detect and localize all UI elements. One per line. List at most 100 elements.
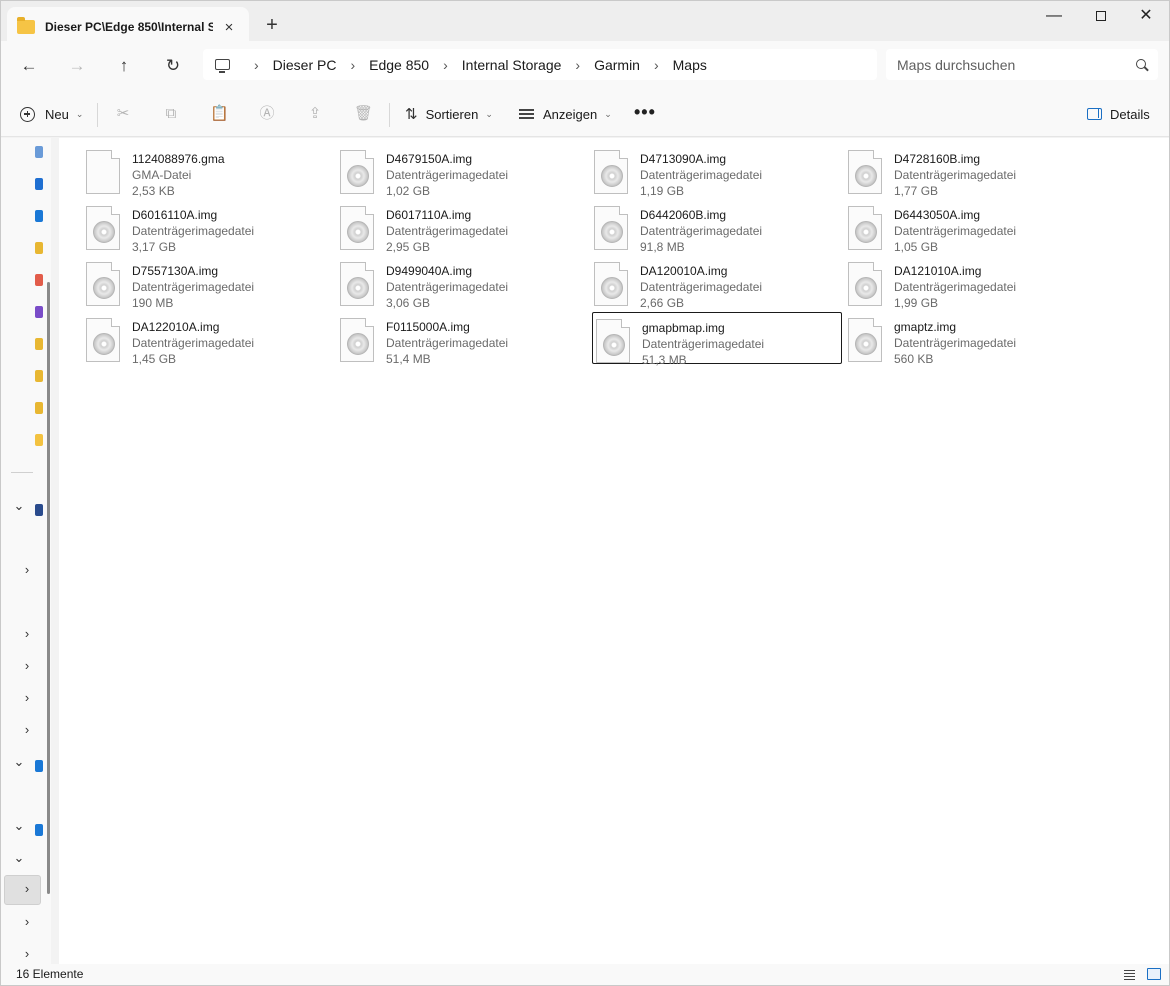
- file-item[interactable]: D6016110A.img Datenträgerimagedatei 3,17 G…: [83, 200, 333, 254]
- file-item[interactable]: D6017110A.img Datenträgerimagedatei 2,95 G…: [337, 200, 587, 254]
- details-label: Details: [1110, 106, 1150, 122]
- tiles-view-icon[interactable]: [1147, 968, 1161, 980]
- file-type: Datenträgerimagedatei: [132, 280, 255, 294]
- breadcrumb-separator-icon[interactable]: ›: [654, 57, 659, 73]
- file-item[interactable]: D4713090A.img Datenträgerimagedatei 1,19 G…: [591, 144, 841, 198]
- blank-file-icon: [86, 150, 120, 194]
- plus-circle-icon: [20, 106, 35, 122]
- breadcrumb-separator-icon[interactable]: ›: [254, 57, 259, 73]
- navigation-pane[interactable]: ⌄ › › › › › ⌄ ⌄ ⌄ › › ›: [1, 138, 51, 964]
- sidebar-item-icon[interactable]: [35, 274, 43, 286]
- chevron-right-icon[interactable]: ›: [19, 881, 35, 896]
- view-button[interactable]: Anzeigen ⌄: [519, 102, 612, 126]
- file-item[interactable]: D9499040A.img Datenträgerimagedatei 3,06 G…: [337, 256, 587, 310]
- sidebar-item-icon[interactable]: [35, 338, 43, 350]
- maximize-icon: [1096, 10, 1106, 21]
- chevron-down-icon[interactable]: ⌄: [11, 498, 27, 514]
- sidebar-divider: [11, 472, 33, 473]
- file-item[interactable]: F0115000A.img Datenträgerimagedatei 51,4 M…: [337, 312, 587, 366]
- sidebar-item-icon[interactable]: [35, 146, 43, 158]
- breadcrumb-garmin[interactable]: Garmin: [594, 57, 640, 73]
- breadcrumb-edge-850[interactable]: Edge 850: [369, 57, 429, 73]
- breadcrumb-internal-storage[interactable]: Internal Storage: [462, 57, 562, 73]
- chevron-right-icon[interactable]: ›: [19, 946, 35, 961]
- forward-button[interactable]: →: [64, 53, 90, 79]
- up-button[interactable]: ↑: [111, 53, 137, 79]
- maximize-button[interactable]: [1078, 1, 1124, 33]
- disc-icon: [601, 221, 623, 243]
- sidebar-item-icon[interactable]: [35, 370, 43, 382]
- file-item[interactable]: DA120010A.img Datenträgerimagedatei 2,66 G…: [591, 256, 841, 310]
- disc-image-icon: [86, 262, 120, 306]
- breadcrumb-separator-icon[interactable]: ›: [443, 57, 448, 73]
- address-bar[interactable]: › Dieser PC › Edge 850 › Internal Storag…: [203, 49, 877, 80]
- sidebar-scrollbar[interactable]: [47, 282, 50, 894]
- sidebar-item-icon[interactable]: [35, 242, 43, 254]
- chevron-down-icon[interactable]: ⌄: [11, 754, 27, 770]
- sidebar-item-icon[interactable]: [35, 178, 43, 190]
- details-button[interactable]: Details: [1087, 102, 1150, 126]
- search-icon[interactable]: [1136, 58, 1148, 71]
- chevron-right-icon[interactable]: ›: [19, 626, 35, 641]
- file-item[interactable]: D6442060B.img Datenträgerimagedatei 91,8 M…: [591, 200, 841, 254]
- cut-icon[interactable]: ✂: [114, 105, 132, 123]
- file-item[interactable]: D4679150A.img Datenträgerimagedatei 1,02 G…: [337, 144, 587, 198]
- sidebar-item-icon[interactable]: [35, 760, 43, 772]
- breadcrumb-separator-icon[interactable]: ›: [350, 57, 355, 73]
- close-window-button[interactable]: ✕: [1123, 1, 1169, 33]
- file-item[interactable]: gmaptz.img Datenträgerimagedatei 560 KB: [845, 312, 1095, 366]
- sidebar-item-icon[interactable]: [35, 504, 43, 516]
- breadcrumb-maps[interactable]: Maps: [673, 57, 707, 73]
- more-options-button[interactable]: •••: [634, 102, 656, 123]
- sidebar-item-icon[interactable]: [35, 434, 43, 446]
- sort-button[interactable]: ⇅ Sortieren ⌄: [405, 102, 493, 126]
- search-input[interactable]: Maps durchsuchen: [886, 49, 1158, 80]
- file-size: 3,06 GB: [386, 296, 431, 310]
- minimize-button[interactable]: —: [1031, 1, 1077, 33]
- sidebar-item-icon[interactable]: [35, 306, 43, 318]
- file-item[interactable]: gmapbmap.img Datenträgerimagedatei 51,3 MB: [592, 312, 842, 367]
- share-icon[interactable]: ⇪: [306, 105, 324, 123]
- chevron-right-icon[interactable]: ›: [19, 914, 35, 929]
- file-item[interactable]: DA122010A.img Datenträgerimagedatei 1,45 G…: [83, 312, 333, 366]
- delete-icon[interactable]: 🗑: [354, 105, 373, 123]
- chevron-right-icon[interactable]: ›: [19, 690, 35, 705]
- breadcrumb-separator-icon[interactable]: ›: [575, 57, 580, 73]
- new-button[interactable]: Neu ⌄: [20, 102, 83, 126]
- chevron-down-icon[interactable]: ⌄: [11, 818, 27, 834]
- file-item[interactable]: D4728160B.img Datenträgerimagedatei 1,77 G…: [845, 144, 1095, 198]
- file-type: Datenträgerimagedatei: [894, 336, 1017, 350]
- file-item[interactable]: D6443050A.img Datenträgerimagedatei 1,05 G…: [845, 200, 1095, 254]
- file-list[interactable]: 1124088976.gma GMA-Datei 2,53 KB D4679150A.…: [59, 138, 1169, 964]
- search-placeholder: Maps durchsuchen: [897, 56, 1016, 73]
- chevron-right-icon[interactable]: ›: [19, 658, 35, 673]
- sidebar-item-icon[interactable]: [35, 402, 43, 414]
- close-tab-icon[interactable]: ×: [219, 19, 239, 36]
- sort-icon: ⇅: [405, 106, 418, 123]
- sidebar-item-icon[interactable]: [35, 210, 43, 222]
- disc-icon: [347, 221, 369, 243]
- status-bar: 16 Elemente: [1, 964, 1169, 985]
- file-item[interactable]: 1124088976.gma GMA-Datei 2,53 KB: [83, 144, 333, 198]
- breadcrumb-dieser-pc[interactable]: Dieser PC: [273, 57, 337, 73]
- chevron-right-icon[interactable]: ›: [19, 562, 35, 577]
- new-tab-button[interactable]: +: [259, 13, 285, 39]
- chevron-down-icon[interactable]: ⌄: [11, 850, 27, 866]
- file-item[interactable]: DA121010A.img Datenträgerimagedatei 1,99 G…: [845, 256, 1095, 310]
- file-type: Datenträgerimagedatei: [894, 168, 1017, 182]
- disc-image-icon: [86, 206, 120, 250]
- disc-icon: [855, 277, 877, 299]
- paste-icon[interactable]: 📋: [210, 105, 229, 123]
- sidebar-item-icon[interactable]: [35, 824, 43, 836]
- details-view-icon[interactable]: [1123, 968, 1137, 981]
- file-item[interactable]: D7557130A.img Datenträgerimagedatei 190 MB: [83, 256, 333, 310]
- copy-icon[interactable]: ⧉: [162, 105, 180, 123]
- disc-image-icon: [340, 318, 374, 362]
- back-button[interactable]: ←: [16, 53, 42, 79]
- rename-icon[interactable]: Ⓐ: [258, 105, 276, 123]
- file-size: 1,19 GB: [640, 184, 685, 198]
- chevron-right-icon[interactable]: ›: [19, 722, 35, 737]
- refresh-button[interactable]: ↻: [160, 53, 186, 79]
- file-name: D6443050A.img: [894, 208, 981, 222]
- file-size: 3,17 GB: [132, 240, 177, 254]
